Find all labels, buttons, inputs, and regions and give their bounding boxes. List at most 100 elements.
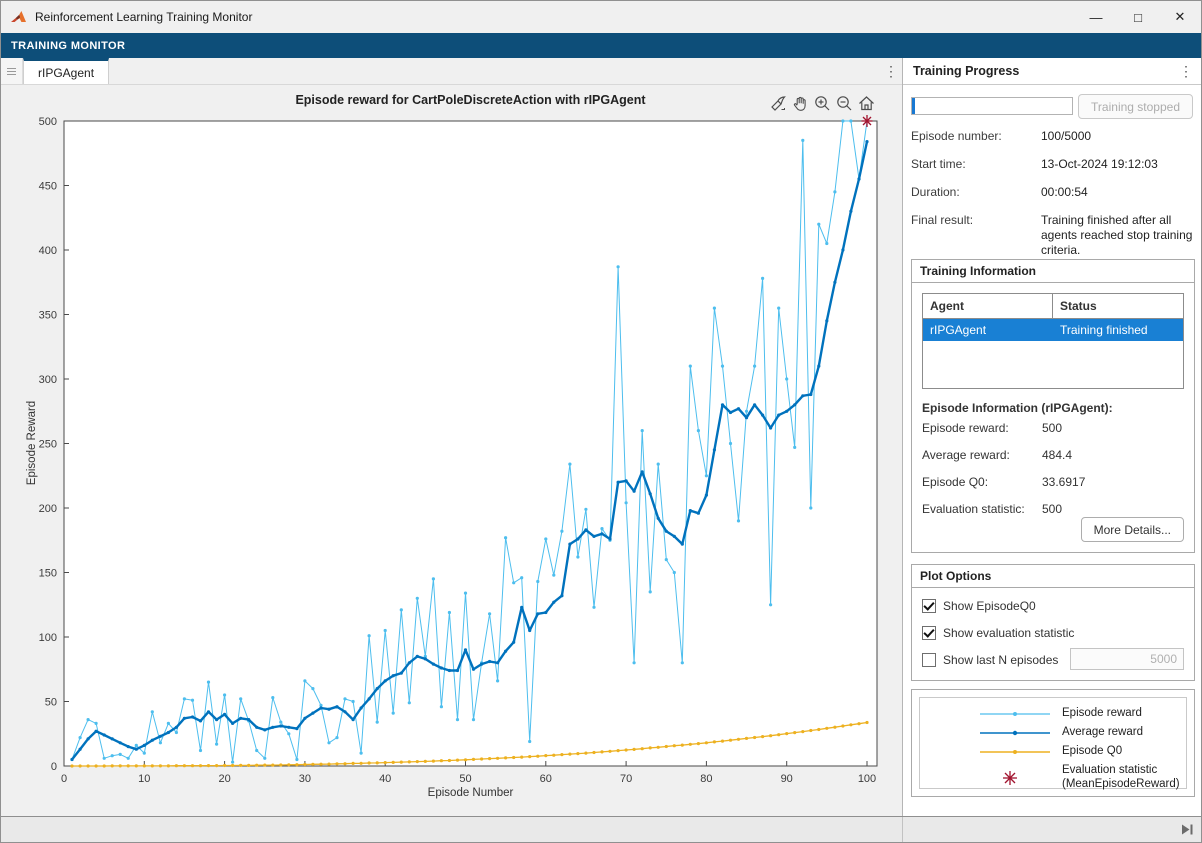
asterisk-swatch [980,769,1050,787]
svg-text:100: 100 [858,773,876,785]
status-divider [902,817,903,842]
x-axis-label: Episode Number [64,787,877,799]
stat-label: Average reward: [922,448,1042,462]
svg-text:200: 200 [39,503,57,515]
line-dot-swatch [980,747,1050,757]
svg-text:70: 70 [620,773,632,785]
legend-item-episode-reward: Episode reward [980,704,1186,723]
title-bar: Reinforcement Learning Training Monitor … [1,1,1201,33]
progress-fields: Episode number: 100/5000 Start time: 13-… [911,129,1197,258]
svg-text:80: 80 [700,773,712,785]
show-episodeq0-checkbox[interactable] [922,599,936,613]
show-evaluation-statistic-checkbox[interactable] [922,626,936,640]
svg-text:0: 0 [61,773,67,785]
window-title: Reinforcement Learning Training Monitor [35,10,252,24]
n-episodes-input [1070,648,1184,670]
agent-status-table: Agent Status rIPGAgent Training finished [922,293,1184,389]
field-label: Final result: [911,213,1041,258]
episode-info-title: Episode Information (rIPGAgent): [912,399,1194,421]
evaluation-statistic-value: 500 [1042,502,1184,516]
svg-text:100: 100 [39,632,57,644]
stat-label: Episode Q0: [922,475,1042,489]
zoom-out-icon[interactable] [835,94,854,113]
app-window: Reinforcement Learning Training Monitor … [0,0,1202,843]
pan-hand-icon[interactable] [791,94,810,113]
progress-fill [912,98,915,114]
section-title: Plot Options [912,565,1194,588]
section-title: Training Information [912,260,1194,283]
stat-label: Evaluation statistic: [922,502,1042,516]
svg-text:40: 40 [379,773,391,785]
training-progress-header: Training Progress ⋮ [903,58,1201,85]
tab-grip-icon[interactable] [1,58,23,84]
matlab-logo-icon [10,10,27,25]
training-stopped-button: Training stopped [1078,94,1193,119]
table-header-row: Agent Status [923,294,1183,319]
start-time-value: 13-Oct-2024 19:12:03 [1041,157,1197,172]
episode-number-value: 100/5000 [1041,129,1197,144]
col-header-agent: Agent [923,294,1053,318]
tab-rIPGAgent[interactable]: rIPGAgent [23,58,109,84]
tab-label: rIPGAgent [38,66,94,80]
zoom-in-icon[interactable] [813,94,832,113]
checkbox-label: Show EpisodeQ0 [943,599,1036,613]
minimize-button[interactable]: — [1075,1,1117,33]
episode-reward-value: 500 [1042,421,1184,435]
field-label: Start time: [911,157,1041,172]
training-progress-panel: Training stopped Episode number: 100/500… [903,85,1202,818]
svg-text:450: 450 [39,181,57,193]
episode-info-stats: Episode reward: 500 Average reward: 484.… [912,421,1194,516]
svg-text:150: 150 [39,568,57,580]
home-restore-view-icon[interactable] [857,94,876,113]
checkbox-label: Show last N episodes [943,653,1058,667]
more-details-button[interactable]: More Details... [1081,517,1184,542]
toolstrip-title: TRAINING MONITOR [11,40,125,52]
brush-icon[interactable] [769,94,788,113]
figure-area[interactable]: 0102030405060708090100050100150200250300… [1,85,902,818]
show-last-n-episodes-checkbox[interactable] [922,653,936,667]
svg-text:300: 300 [39,374,57,386]
svg-text:60: 60 [540,773,552,785]
line-dot-swatch [980,709,1050,719]
svg-text:350: 350 [39,310,57,322]
training-information-section: Training Information Agent Status rIPGAg… [911,259,1195,553]
progress-bar [911,97,1073,115]
col-header-status: Status [1053,294,1183,318]
tab-options-icon[interactable]: ⋮ [880,58,902,84]
episode-q0-value: 33.6917 [1042,475,1184,489]
table-row[interactable]: rIPGAgent Training finished [923,319,1183,341]
close-button[interactable]: ✕ [1159,1,1201,33]
checkbox-label: Show evaluation statistic [943,626,1074,640]
legend-item-episode-q0: Episode Q0 [980,742,1186,761]
plot-options-section: Plot Options Show EpisodeQ0 Show evaluat… [911,564,1195,681]
svg-text:50: 50 [459,773,471,785]
stat-label: Episode reward: [922,421,1042,435]
legend-item-average-reward: Average reward [980,723,1186,742]
panel-menu-icon[interactable]: ⋮ [1175,63,1197,80]
status-cell: Training finished [1053,319,1183,341]
duration-value: 00:00:54 [1041,185,1197,200]
svg-text:50: 50 [45,697,57,709]
svg-text:90: 90 [781,773,793,785]
svg-text:20: 20 [218,773,230,785]
tab-bar: rIPGAgent ⋮ [1,58,902,85]
svg-text:500: 500 [39,116,57,128]
svg-text:30: 30 [299,773,311,785]
panel-title: Training Progress [913,64,1019,78]
svg-text:250: 250 [39,439,57,451]
legend-box: Episode reward Average reward Episode Q0 [919,697,1187,789]
svg-text:10: 10 [138,773,150,785]
line-dot-swatch [980,728,1050,738]
skip-to-end-icon[interactable] [1180,822,1195,837]
field-label: Duration: [911,185,1041,200]
average-reward-value: 484.4 [1042,448,1184,462]
toolstrip: TRAINING MONITOR [1,33,1201,58]
svg-text:400: 400 [39,245,57,257]
legend-panel: Episode reward Average reward Episode Q0 [911,689,1195,797]
plot-title: Episode reward for CartPoleDiscreteActio… [64,93,877,107]
y-axis-label: Episode Reward [26,401,38,485]
final-result-value: Training finished after all agents reach… [1041,213,1197,258]
maximize-button[interactable]: □ [1117,1,1159,33]
reward-plot[interactable]: 0102030405060708090100050100150200250300… [1,85,902,818]
axes-toolbar [769,94,876,113]
